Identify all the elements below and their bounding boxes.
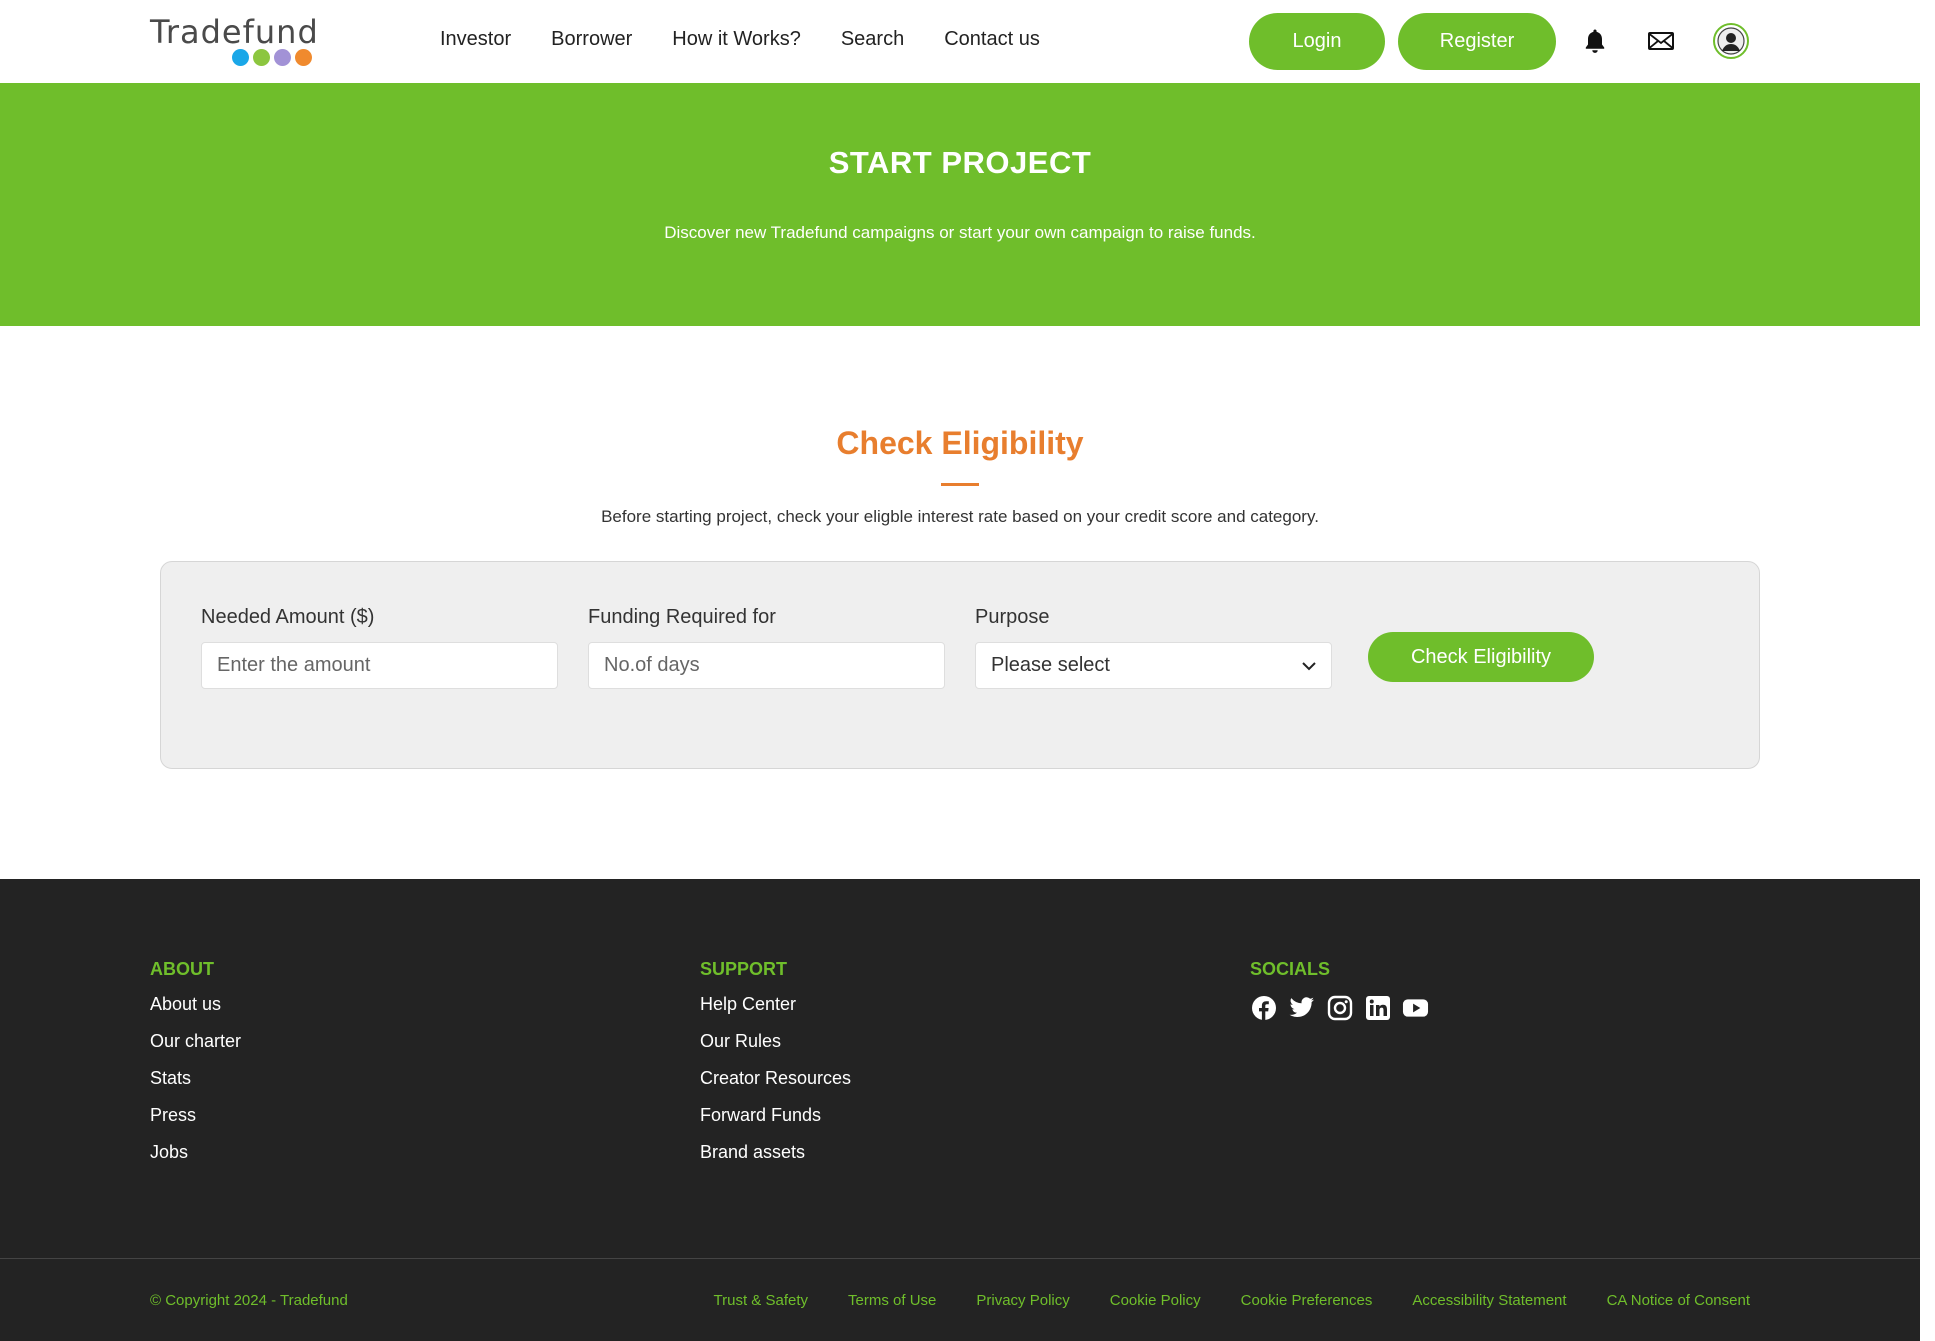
logo-dot-purple <box>274 49 291 66</box>
footer-link-about-us[interactable]: About us <box>150 994 241 1016</box>
bell-icon[interactable] <box>1578 24 1612 58</box>
legal-link-cookie-preferences[interactable]: Cookie Preferences <box>1241 1292 1373 1309</box>
footer-support: SUPPORT Help Center Our Rules Creator Re… <box>700 959 851 1179</box>
mail-icon[interactable] <box>1644 24 1678 58</box>
purpose-selected-value: Please select <box>991 654 1110 676</box>
copyright-text: © Copyright 2024 - Tradefund <box>150 1292 348 1309</box>
footer-link-brand-assets[interactable]: Brand assets <box>700 1142 851 1164</box>
amount-label: Needed Amount ($) <box>201 606 375 628</box>
footer-support-heading: SUPPORT <box>700 959 788 979</box>
main-nav: Investor Borrower How it Works? Search C… <box>440 28 1080 51</box>
tradefund-logo[interactable]: Tradefund <box>150 13 320 69</box>
footer-link-our-rules[interactable]: Our Rules <box>700 1031 851 1053</box>
legal-link-terms-of-use[interactable]: Terms of Use <box>848 1292 936 1309</box>
hero-subtitle: Discover new Tradefund campaigns or star… <box>664 223 1256 242</box>
hero-title: START PROJECT <box>828 145 1092 180</box>
footer-about-heading: ABOUT <box>150 959 214 979</box>
nav-investor[interactable]: Investor <box>440 28 511 51</box>
footer-link-forward-funds[interactable]: Forward Funds <box>700 1105 851 1127</box>
legal-link-trust-safety[interactable]: Trust & Safety <box>714 1292 808 1309</box>
footer-about: ABOUT About us Our charter Stats Press J… <box>150 959 241 1179</box>
legal-link-cookie-policy[interactable]: Cookie Policy <box>1110 1292 1201 1309</box>
amount-input[interactable] <box>201 642 558 689</box>
chevron-down-icon <box>1302 654 1316 677</box>
logo-text: Tradefund <box>150 13 319 51</box>
eligibility-form: Needed Amount ($) Funding Required for P… <box>160 561 1760 769</box>
facebook-icon[interactable] <box>1250 994 1277 1021</box>
nav-how-it-works[interactable]: How it Works? <box>672 28 801 51</box>
purpose-label: Purpose <box>975 606 1050 628</box>
footer-link-our-charter[interactable]: Our charter <box>150 1031 241 1053</box>
footer-link-press[interactable]: Press <box>150 1105 241 1127</box>
footer-link-jobs[interactable]: Jobs <box>150 1142 241 1164</box>
nav-search[interactable]: Search <box>841 28 904 51</box>
legal-link-ca-notice[interactable]: CA Notice of Consent <box>1607 1292 1750 1309</box>
legal-link-accessibility[interactable]: Accessibility Statement <box>1412 1292 1566 1309</box>
hero-banner: START PROJECT Discover new Tradefund cam… <box>0 83 1920 326</box>
logo-dot-orange <box>295 49 312 66</box>
youtube-icon[interactable] <box>1402 994 1429 1021</box>
social-icons <box>1250 994 1429 1021</box>
days-input[interactable] <box>588 642 945 689</box>
twitter-icon[interactable] <box>1288 994 1315 1021</box>
legal-link-privacy-policy[interactable]: Privacy Policy <box>976 1292 1069 1309</box>
logo-dots <box>232 49 312 66</box>
legal-links: Trust & Safety Terms of Use Privacy Poli… <box>714 1292 1750 1309</box>
footer-link-stats[interactable]: Stats <box>150 1068 241 1090</box>
eligibility-title: Check Eligibility <box>836 425 1084 461</box>
logo-dot-blue <box>232 49 249 66</box>
eligibility-subtitle: Before starting project, check your elig… <box>601 507 1319 526</box>
site-footer: ABOUT About us Our charter Stats Press J… <box>0 879 1920 1341</box>
login-button[interactable]: Login <box>1249 13 1385 70</box>
footer-divider <box>0 1258 1920 1259</box>
nav-contact-us[interactable]: Contact us <box>944 28 1040 51</box>
register-button[interactable]: Register <box>1398 13 1556 70</box>
purpose-select[interactable]: Please select <box>975 642 1332 689</box>
footer-link-creator-resources[interactable]: Creator Resources <box>700 1068 851 1090</box>
user-avatar-icon[interactable] <box>1713 23 1749 59</box>
days-label: Funding Required for <box>588 606 776 628</box>
site-header: Tradefund Investor Borrower How it Works… <box>0 0 1920 83</box>
footer-socials: SOCIALS <box>1250 959 1429 1021</box>
title-underline <box>941 483 979 486</box>
linkedin-icon[interactable] <box>1364 994 1391 1021</box>
footer-socials-heading: SOCIALS <box>1250 959 1331 979</box>
logo-dot-green <box>253 49 270 66</box>
nav-borrower[interactable]: Borrower <box>551 28 632 51</box>
footer-link-help-center[interactable]: Help Center <box>700 994 851 1016</box>
check-eligibility-button[interactable]: Check Eligibility <box>1368 632 1594 682</box>
instagram-icon[interactable] <box>1326 994 1353 1021</box>
